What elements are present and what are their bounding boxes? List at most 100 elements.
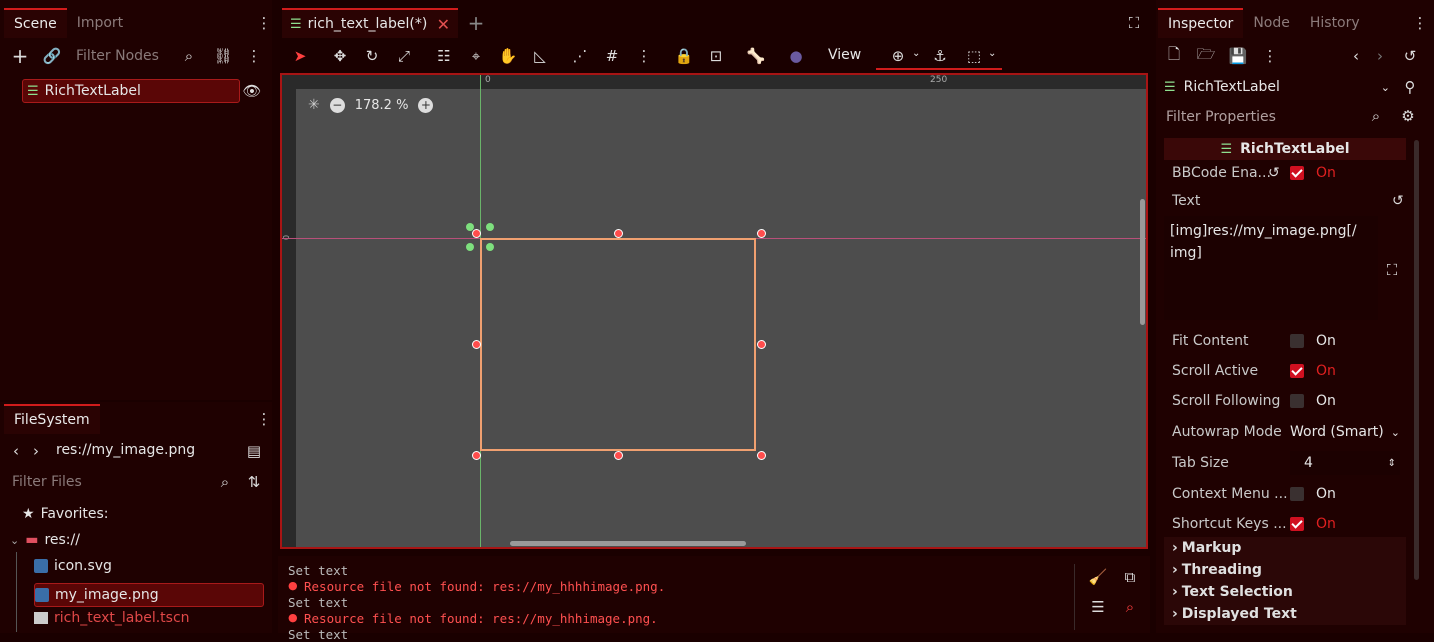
search-icon[interactable]: ⌕	[213, 470, 237, 494]
lock-icon[interactable]: 🔒	[672, 44, 696, 68]
group-icon[interactable]: ⊡	[704, 44, 728, 68]
center-view-icon[interactable]: ✳	[308, 97, 320, 113]
tab-size-spinbox[interactable]: 4 ⇕	[1290, 451, 1400, 475]
section-threading[interactable]: › Threading	[1164, 559, 1406, 581]
collapse-icon[interactable]: ☰	[1086, 595, 1110, 619]
section-markup[interactable]: › Markup	[1164, 537, 1406, 559]
kebab-menu-icon[interactable]: ⋮	[252, 11, 276, 35]
chevron-down-icon[interactable]: ⌄	[912, 48, 920, 59]
text-value-editor[interactable]: [img]res://my_image.png[/ img]	[1164, 216, 1378, 320]
canvas-viewport[interactable]: 0 250 0 ✳ − 178.2 % +	[280, 73, 1148, 549]
back-icon[interactable]: ‹	[1344, 44, 1368, 68]
checkbox[interactable]	[1290, 364, 1304, 378]
checkbox[interactable]	[1290, 334, 1304, 348]
autowrap-dropdown[interactable]: Word (Smart) ⌄	[1290, 424, 1400, 440]
chevron-down-icon[interactable]: ⌄	[988, 48, 996, 59]
search-icon[interactable]: ⌕	[177, 44, 201, 68]
select-mode-icon[interactable]: ➤	[288, 44, 312, 68]
tab-scene[interactable]: Scene	[4, 8, 67, 38]
tree-node-richtextlabel[interactable]: ☰ RichTextLabel	[22, 79, 240, 103]
split-view-icon[interactable]: ▤	[242, 439, 266, 463]
checkbox[interactable]	[1290, 166, 1304, 180]
filter-properties-input[interactable]: Filter Properties	[1160, 106, 1360, 128]
forward-icon[interactable]: ›	[24, 439, 48, 463]
tab-node[interactable]: Node	[1243, 8, 1300, 38]
link-icon[interactable]: 🔗	[40, 44, 64, 68]
horizontal-scrollbar[interactable]	[510, 541, 746, 546]
scale-mode-icon[interactable]: ⤢	[392, 44, 416, 68]
resize-handle[interactable]	[614, 451, 623, 460]
view-menu[interactable]: View	[828, 47, 861, 63]
copy-icon[interactable]: ⧉	[1118, 565, 1142, 589]
search-icon[interactable]: ⌕	[1118, 595, 1142, 619]
camera-icon[interactable]: ●	[784, 44, 808, 68]
pan-mode-icon[interactable]: ✋	[496, 44, 520, 68]
forward-icon[interactable]: ›	[1368, 44, 1392, 68]
move-mode-icon[interactable]: ✥	[328, 44, 352, 68]
settings-sliders-icon[interactable]: ⚙	[1396, 104, 1420, 128]
filter-files-input[interactable]: Filter Files	[6, 470, 206, 494]
sort-icon[interactable]: ⇅	[242, 470, 266, 494]
save-icon[interactable]: 💾	[1226, 44, 1250, 68]
anchor-preset-icon[interactable]: ⬚	[962, 44, 986, 68]
clear-output-icon[interactable]: 🧹	[1086, 565, 1110, 589]
section-displayed-text[interactable]: › Displayed Text	[1164, 603, 1406, 625]
checkbox[interactable]	[1290, 517, 1304, 531]
section-text-selection[interactable]: › Text Selection	[1164, 581, 1406, 603]
zoom-out-icon[interactable]: −	[329, 97, 345, 113]
search-icon[interactable]: ⌕	[1364, 104, 1388, 128]
anchor-handle-icon[interactable]	[466, 223, 496, 253]
tab-inspector[interactable]: Inspector	[1158, 8, 1244, 38]
kebab-menu-icon[interactable]: ⋮	[1258, 44, 1282, 68]
ruler-mode-icon[interactable]: ◺	[528, 44, 552, 68]
resize-handle[interactable]	[757, 229, 766, 238]
add-node-icon[interactable]: +	[8, 44, 32, 68]
revert-icon[interactable]: ↺	[1268, 165, 1280, 181]
anchor-icon[interactable]: ⚓	[928, 44, 952, 68]
new-resource-icon[interactable]: 🗋	[1162, 44, 1186, 68]
open-folder-icon[interactable]: 🗁	[1194, 44, 1218, 68]
docs-icon[interactable]: ⚲	[1398, 75, 1422, 99]
tab-history[interactable]: History	[1300, 8, 1370, 38]
resize-handle[interactable]	[614, 229, 623, 238]
kebab-menu-icon[interactable]: ⋮	[632, 44, 656, 68]
current-path[interactable]: res://my_image.png	[56, 442, 195, 458]
node-selector[interactable]: ☰ RichTextLabel ⌄	[1164, 76, 1390, 98]
checkbox[interactable]	[1290, 487, 1304, 501]
vertical-scrollbar[interactable]	[1140, 199, 1145, 325]
file-item[interactable]: rich_text_label.tscn	[34, 610, 272, 626]
history-icon[interactable]: ↺	[1398, 44, 1422, 68]
resize-handle[interactable]	[757, 340, 766, 349]
file-item[interactable]: icon.svg	[34, 558, 272, 574]
checkbox[interactable]	[1290, 394, 1304, 408]
bone-icon[interactable]: 🦴	[744, 44, 768, 68]
close-icon[interactable]: ✕	[437, 15, 450, 34]
rotate-mode-icon[interactable]: ↻	[360, 44, 384, 68]
inspector-scrollbar[interactable]	[1414, 140, 1419, 580]
resize-handle[interactable]	[472, 340, 481, 349]
tab-import[interactable]: Import	[67, 8, 133, 38]
revert-icon[interactable]: ↺	[1392, 193, 1404, 209]
resize-handle[interactable]	[472, 451, 481, 460]
scene-tab[interactable]: ☰ rich_text_label(*) ✕	[282, 8, 458, 38]
distraction-free-icon[interactable]: ⛶	[1122, 11, 1146, 35]
zoom-level[interactable]: 178.2 %	[355, 98, 409, 113]
expand-editor-icon[interactable]: ⛶	[1380, 258, 1404, 282]
visibility-eye-icon[interactable]: 👁	[240, 79, 264, 103]
kebab-menu-icon[interactable]: ⋮	[242, 44, 266, 68]
add-circle-icon[interactable]: ⊕	[886, 44, 910, 68]
list-select-icon[interactable]: ☷	[432, 44, 456, 68]
zoom-in-icon[interactable]: +	[418, 97, 434, 113]
grid-snap-icon[interactable]: #	[600, 44, 624, 68]
pivot-mode-icon[interactable]: ⌖	[464, 44, 488, 68]
resize-handle[interactable]	[757, 451, 766, 460]
instance-scene-icon[interactable]: ⛓	[211, 44, 235, 68]
richtextlabel-rect[interactable]	[480, 238, 756, 451]
smart-snap-icon[interactable]: ⋰	[568, 44, 592, 68]
file-item-selected[interactable]: my_image.png	[34, 583, 264, 607]
tab-filesystem[interactable]: FileSystem	[4, 404, 100, 434]
kebab-menu-icon[interactable]: ⋮	[1408, 11, 1432, 35]
new-tab-plus-icon[interactable]: +	[464, 11, 488, 35]
res-folder-item[interactable]: ⌄ ▬ res://	[10, 532, 272, 548]
kebab-menu-icon[interactable]: ⋮	[252, 407, 276, 431]
